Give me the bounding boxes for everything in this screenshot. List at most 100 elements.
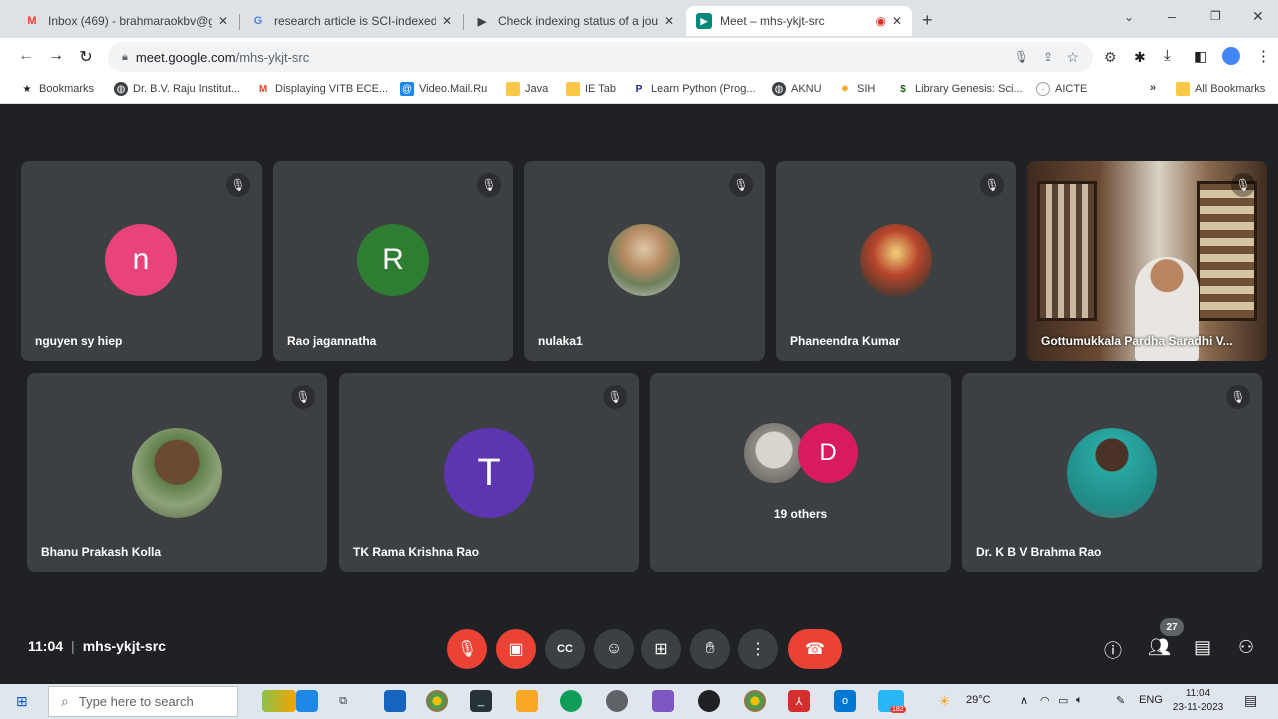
window-close-icon[interactable]: ✕	[1252, 8, 1264, 25]
file-explorer-icon[interactable]	[516, 690, 538, 712]
more-options-button[interactable]: ⋮	[738, 629, 778, 669]
forward-icon[interactable]: →	[46, 47, 66, 65]
notification-center-icon[interactable]: ▤	[1244, 692, 1257, 709]
captions-button[interactable]: CC	[545, 629, 585, 669]
participant-name: Phaneendra Kumar	[790, 334, 901, 348]
bookmark-item[interactable]: · AICTE	[1036, 82, 1087, 96]
language-indicator[interactable]: ENG	[1139, 694, 1163, 706]
meeting-details-icon[interactable]: ⓘ	[1104, 637, 1122, 663]
participant-video-tile[interactable]: 🎙︎ Gottumukkala Pardha Saradhi V...	[1027, 161, 1267, 361]
system-clock[interactable]: 11:04 23-11-2023	[1168, 687, 1228, 715]
outlook-icon[interactable]: o	[834, 690, 856, 712]
camera-toggle-button[interactable]: ▣	[496, 629, 536, 669]
extension-icon[interactable]: ⚙	[1104, 49, 1117, 66]
more-menu-icon[interactable]: ⋮	[1256, 47, 1271, 65]
avatar: D	[798, 423, 858, 483]
chat-icon[interactable]: ▤	[1194, 637, 1211, 658]
avatar-photo	[744, 423, 804, 483]
close-icon[interactable]: ✕	[218, 14, 228, 28]
participant-tile[interactable]: 🎙︎ R Rao jagannatha	[273, 161, 513, 361]
raise-hand-button[interactable]: ✋︎	[690, 629, 730, 669]
weather-temp[interactable]: 29°C	[966, 694, 991, 706]
windows-start-icon[interactable]: ⊞	[16, 693, 28, 710]
reload-icon[interactable]: ↻	[76, 47, 96, 67]
tab-search-icon[interactable]: ⌄	[1124, 10, 1134, 24]
bookmark-item[interactable]: P Learn Python (Prog...	[632, 82, 756, 96]
task-view-icon[interactable]: ⧉	[332, 690, 354, 712]
meeting-code: mhs-ykjt-src	[82, 638, 166, 654]
close-icon[interactable]: ✕	[442, 14, 452, 28]
participant-tile[interactable]: 🎙︎ n nguyen sy hiep	[21, 161, 262, 361]
new-tab-button[interactable]: +	[922, 10, 933, 31]
bookmark-item[interactable]: ◍ AKNU	[772, 82, 822, 96]
share-icon[interactable]: ⇪	[1043, 50, 1053, 64]
bookmarks-overflow-button[interactable]: »	[1150, 82, 1156, 94]
folder-icon	[566, 82, 580, 96]
participant-tile[interactable]: 🎙︎ Phaneendra Kumar	[776, 161, 1016, 361]
participant-name: TK Rama Krishna Rao	[353, 545, 480, 559]
reactions-button[interactable]: ☺	[594, 629, 634, 669]
tab-label: Meet – mhs-ykjt-src	[720, 14, 825, 28]
tab-google-search[interactable]: G research article is SCI-indexed o ✕	[240, 6, 462, 36]
side-panel-icon[interactable]: ◧	[1194, 48, 1207, 65]
avatar: n	[105, 224, 177, 296]
leave-call-button[interactable]: ☎	[788, 629, 842, 669]
mic-off-icon: 🎙︎	[456, 641, 478, 658]
sih-icon: ✹	[840, 83, 850, 95]
taskbar-search-box[interactable]: ⌕ Type here to search	[48, 686, 238, 717]
speaker-icon[interactable]: 🔈︎	[1076, 694, 1083, 707]
aicte-icon: ·	[1036, 82, 1050, 96]
participant-tile[interactable]: 🎙︎ Bhanu Prakash Kolla	[27, 373, 327, 572]
extensions-puzzle-icon[interactable]: ✱	[1134, 49, 1146, 66]
microphone-icon[interactable]: 🎙︎	[1014, 50, 1029, 64]
python-icon: P	[635, 83, 643, 95]
participant-tile[interactable]: 🎙︎ T TK Rama Krishna Rao	[339, 373, 639, 572]
bookmark-item[interactable]: ★ Bookmarks	[20, 82, 95, 96]
app-icon[interactable]	[606, 690, 628, 712]
all-bookmarks-folder[interactable]: All Bookmarks	[1176, 82, 1265, 96]
mic-toggle-button[interactable]: 🎙︎	[447, 629, 487, 669]
people-icon[interactable]: 👥︎	[1148, 637, 1171, 658]
bookmark-item[interactable]: M Displaying VITB ECE...	[256, 82, 388, 96]
bookmark-item[interactable]: ✹ SIH	[838, 82, 876, 96]
participant-tile[interactable]: 🎙︎ Dr. K B V Brahma Rao	[962, 373, 1262, 572]
bookmark-item[interactable]: @ Video.Mail.Ru	[400, 82, 487, 96]
close-icon[interactable]: ✕	[664, 14, 674, 28]
tab-meet[interactable]: ▶ Meet – mhs-ykjt-src ◉ ✕	[686, 6, 912, 36]
address-bar[interactable]: 🔒︎ meet.google.com/mhs-ykjt-src 🎙︎ ⇪ ☆	[108, 42, 1093, 72]
notepad-icon[interactable]	[384, 690, 406, 712]
activities-icon[interactable]: ⚇	[1238, 637, 1254, 658]
close-icon[interactable]: ✕	[892, 14, 902, 28]
participant-tile[interactable]: 🎙︎ nulaka1	[524, 161, 765, 361]
bookmark-item[interactable]: ◍ Dr. B.V. Raju Institut...	[114, 82, 240, 96]
paint-icon[interactable]	[652, 690, 674, 712]
back-icon[interactable]: ←	[16, 47, 36, 65]
others-tile[interactable]: D 19 others	[650, 373, 951, 572]
tab-gmail[interactable]: M Inbox (469) - brahmaraokbv@gr ✕	[14, 6, 238, 36]
chrome-icon[interactable]	[426, 690, 448, 712]
bookmark-star-icon[interactable]: ☆	[1066, 49, 1079, 66]
edge-icon[interactable]	[560, 690, 582, 712]
tab-label: Check indexing status of a journ	[498, 14, 658, 28]
bookmark-item[interactable]: $ Library Genesis: Sci...	[896, 82, 1022, 96]
present-button[interactable]: ⊞	[641, 629, 681, 669]
divider: |	[71, 638, 75, 654]
wifi-icon[interactable]: ◠	[1040, 694, 1050, 707]
download-icon[interactable]: ⤓	[1164, 47, 1171, 64]
gmail-icon: M	[27, 15, 37, 27]
bookmark-item[interactable]: Java	[506, 82, 548, 96]
battery-icon[interactable]: ▭	[1058, 694, 1068, 707]
chrome-icon[interactable]	[744, 690, 766, 712]
github-icon[interactable]	[698, 690, 720, 712]
profile-avatar[interactable]	[1222, 47, 1240, 65]
pen-icon[interactable]: ✎	[1116, 694, 1125, 707]
bookmark-item[interactable]: IE Tab	[566, 82, 616, 96]
file-icon[interactable]	[296, 690, 318, 712]
taskbar-widget-icon[interactable]	[262, 690, 296, 712]
restore-icon[interactable]: ❐	[1210, 9, 1221, 23]
minimize-icon[interactable]: –	[1168, 8, 1176, 24]
tab-indexing[interactable]: ▶ Check indexing status of a journ ✕	[464, 6, 684, 36]
terminal-icon[interactable]: _	[470, 690, 492, 712]
pdf-icon[interactable]: ⅄	[788, 690, 810, 712]
tray-chevron-icon[interactable]: ∧	[1020, 694, 1028, 707]
